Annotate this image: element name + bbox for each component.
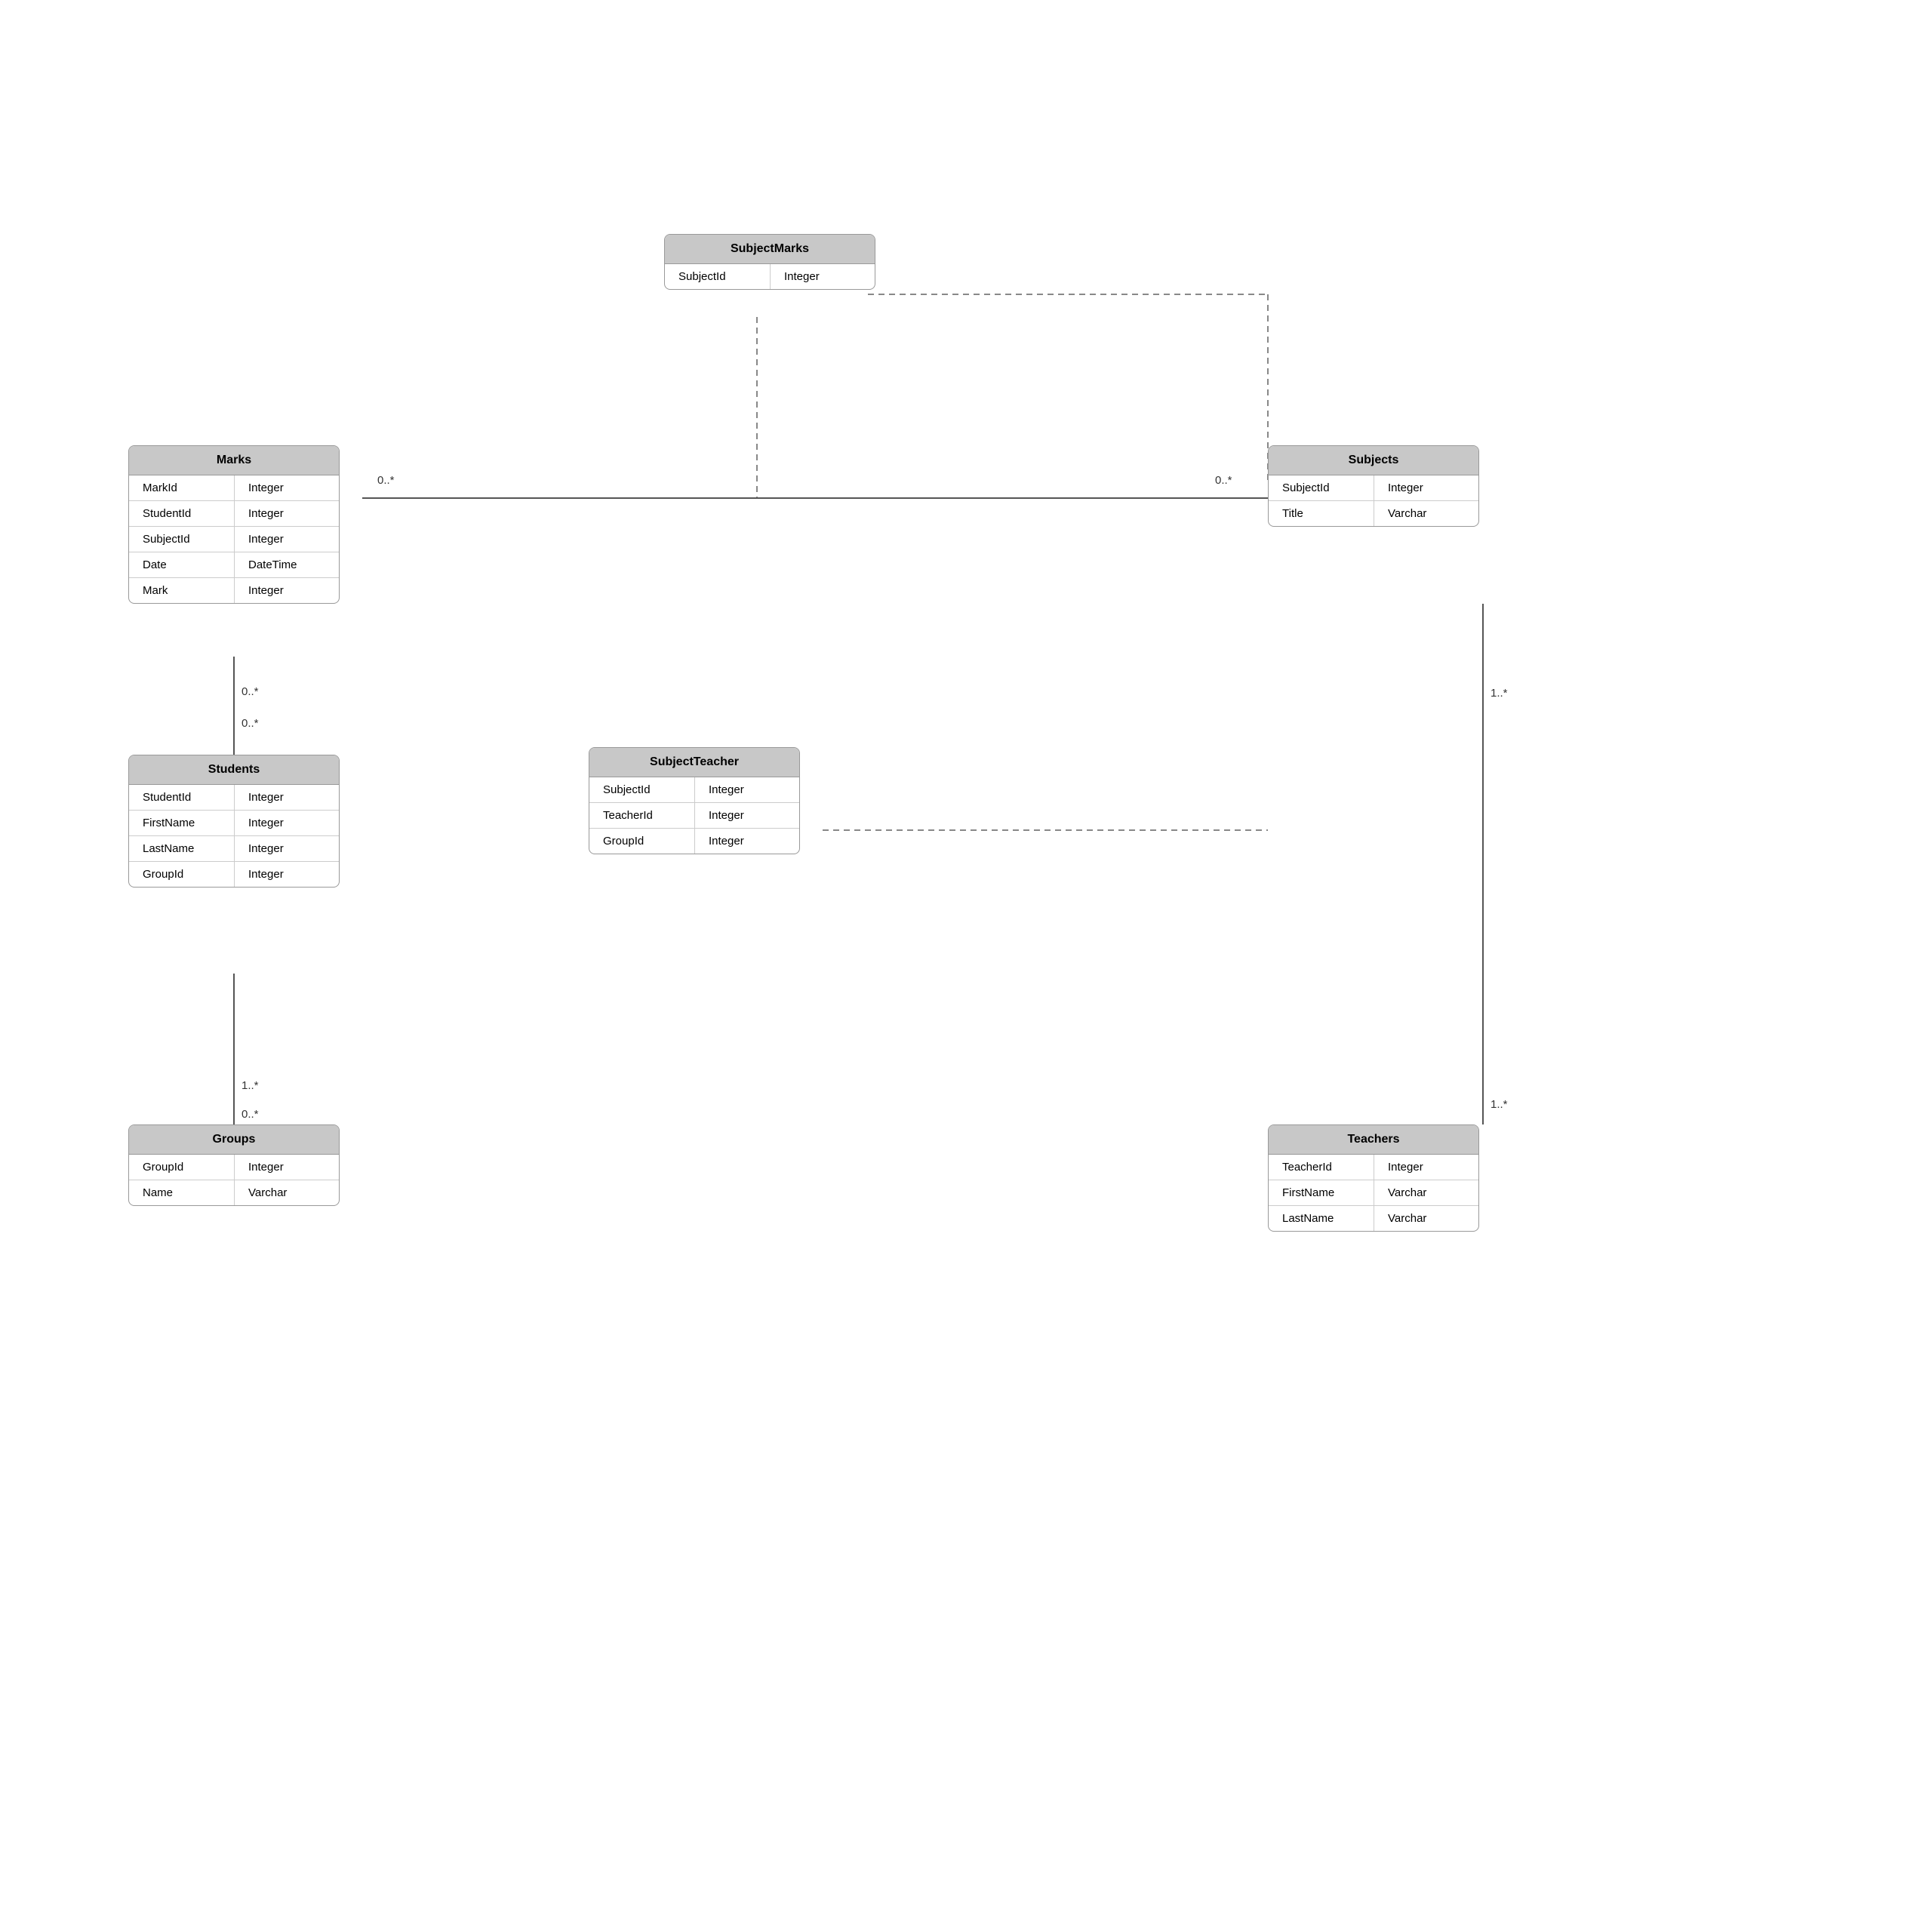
- field-type: Integer: [235, 811, 325, 835]
- field-name: GroupId: [129, 862, 235, 887]
- table-row: LastName Varchar: [1269, 1206, 1478, 1231]
- table-row: MarkId Integer: [129, 475, 339, 501]
- field-name: Name: [129, 1180, 235, 1205]
- field-name: StudentId: [129, 785, 235, 810]
- diagram-container: SubjectMarks SubjectId Integer Marks Mar…: [0, 0, 1932, 1932]
- multiplicity-marks-bottom1: 0..*: [242, 685, 259, 698]
- table-row: Title Varchar: [1269, 501, 1478, 526]
- multiplicity-subjects-bottom: 1..*: [1491, 687, 1508, 700]
- multiplicity-marks-bottom2: 0..*: [242, 717, 259, 730]
- subjectmarks-header: SubjectMarks: [665, 235, 875, 264]
- teachers-header: Teachers: [1269, 1125, 1478, 1155]
- field-name: LastName: [129, 836, 235, 861]
- entity-subjectteacher: SubjectTeacher SubjectId Integer Teacher…: [589, 747, 800, 854]
- field-name: SubjectId: [129, 527, 235, 552]
- table-row: Name Varchar: [129, 1180, 339, 1205]
- connections-svg: [0, 0, 1932, 1932]
- field-name: SubjectId: [589, 777, 695, 802]
- table-row: SubjectId Integer: [589, 777, 799, 803]
- table-row: GroupId Integer: [129, 1155, 339, 1180]
- field-type: Integer: [235, 1155, 325, 1180]
- field-name: SubjectId: [1269, 475, 1374, 500]
- subjects-header: Subjects: [1269, 446, 1478, 475]
- table-row: SubjectId Integer: [129, 527, 339, 552]
- table-row: TeacherId Integer: [589, 803, 799, 829]
- field-type: Integer: [235, 475, 325, 500]
- field-type: Integer: [1374, 475, 1465, 500]
- table-row: SubjectId Integer: [1269, 475, 1478, 501]
- entity-marks: Marks MarkId Integer StudentId Integer S…: [128, 445, 340, 604]
- field-name: MarkId: [129, 475, 235, 500]
- field-type: Varchar: [1374, 1206, 1465, 1231]
- field-name: FirstName: [129, 811, 235, 835]
- entity-groups: Groups GroupId Integer Name Varchar: [128, 1124, 340, 1206]
- field-name: Mark: [129, 578, 235, 603]
- multiplicity-students-bottom2: 0..*: [242, 1108, 259, 1121]
- field-type: Integer: [235, 836, 325, 861]
- field-name: LastName: [1269, 1206, 1374, 1231]
- field-name: GroupId: [129, 1155, 235, 1180]
- field-type: Varchar: [235, 1180, 325, 1205]
- subjectteacher-header: SubjectTeacher: [589, 748, 799, 777]
- entity-subjects: Subjects SubjectId Integer Title Varchar: [1268, 445, 1479, 527]
- groups-header: Groups: [129, 1125, 339, 1155]
- field-name: GroupId: [589, 829, 695, 854]
- field-type: Integer: [235, 785, 325, 810]
- table-row: SubjectId Integer: [665, 264, 875, 289]
- field-name: StudentId: [129, 501, 235, 526]
- field-type: Integer: [695, 803, 786, 828]
- multiplicity-marks-left: 0..*: [377, 474, 395, 487]
- field-type: Integer: [235, 862, 325, 887]
- field-name: TeacherId: [1269, 1155, 1374, 1180]
- field-type: Varchar: [1374, 1180, 1465, 1205]
- multiplicity-teachers-top: 1..*: [1491, 1098, 1508, 1111]
- table-row: LastName Integer: [129, 836, 339, 862]
- field-name: FirstName: [1269, 1180, 1374, 1205]
- multiplicity-students-bottom1: 1..*: [242, 1079, 259, 1092]
- table-row: GroupId Integer: [129, 862, 339, 887]
- table-row: Date DateTime: [129, 552, 339, 578]
- field-type: Integer: [235, 527, 325, 552]
- table-row: GroupId Integer: [589, 829, 799, 854]
- field-type: Varchar: [1374, 501, 1465, 526]
- field-name: SubjectId: [665, 264, 771, 289]
- field-name: TeacherId: [589, 803, 695, 828]
- entity-students: Students StudentId Integer FirstName Int…: [128, 755, 340, 888]
- marks-header: Marks: [129, 446, 339, 475]
- table-row: StudentId Integer: [129, 785, 339, 811]
- entity-teachers: Teachers TeacherId Integer FirstName Var…: [1268, 1124, 1479, 1232]
- field-type: Integer: [771, 264, 861, 289]
- students-header: Students: [129, 755, 339, 785]
- field-type: Integer: [235, 501, 325, 526]
- multiplicity-subjects-right: 0..*: [1215, 474, 1232, 487]
- field-type: Integer: [1374, 1155, 1465, 1180]
- table-row: StudentId Integer: [129, 501, 339, 527]
- table-row: FirstName Varchar: [1269, 1180, 1478, 1206]
- field-type: Integer: [695, 829, 786, 854]
- entity-subjectmarks: SubjectMarks SubjectId Integer: [664, 234, 875, 290]
- field-type: Integer: [235, 578, 325, 603]
- field-name: Title: [1269, 501, 1374, 526]
- table-row: FirstName Integer: [129, 811, 339, 836]
- table-row: TeacherId Integer: [1269, 1155, 1478, 1180]
- field-type: DateTime: [235, 552, 325, 577]
- field-type: Integer: [695, 777, 786, 802]
- field-name: Date: [129, 552, 235, 577]
- table-row: Mark Integer: [129, 578, 339, 603]
